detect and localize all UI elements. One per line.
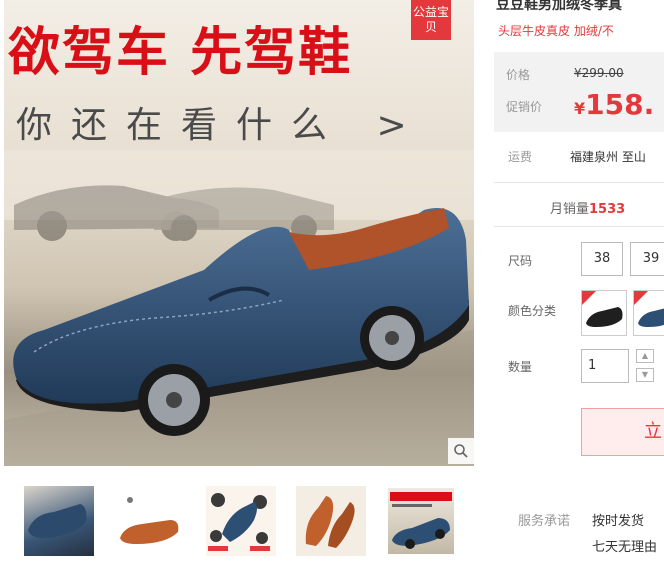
chevron-up-icon: ▲ bbox=[641, 351, 649, 360]
thumb-main-poster[interactable] bbox=[386, 486, 456, 556]
promo-headline: 欲驾车 先驾鞋 bbox=[8, 23, 353, 83]
currency-symbol: ¥ bbox=[574, 99, 586, 118]
product-info-panel: 豆豆鞋男加绒冬季真 头层牛皮真皮 加绒/不 价格 ¥299.00 促销价 ¥15… bbox=[494, 0, 664, 564]
original-price: ¥299.00 bbox=[574, 66, 624, 80]
price-label: 价格 bbox=[506, 68, 531, 82]
charity-badge: 公益宝贝 bbox=[411, 0, 451, 40]
buy-now-button[interactable]: 立 bbox=[581, 408, 664, 456]
quantity-decrease-button[interactable]: ▼ bbox=[636, 368, 654, 382]
promo-price-value: 158. bbox=[585, 88, 655, 121]
features-thumb-image bbox=[208, 493, 270, 551]
magnifier-icon bbox=[454, 444, 468, 458]
size-label: 尺码 bbox=[508, 254, 533, 268]
quantity-increase-button[interactable]: ▲ bbox=[636, 349, 654, 363]
shipping-label: 运费 bbox=[508, 150, 533, 164]
monthly-sales-value: 1533 bbox=[589, 202, 626, 217]
service-item[interactable]: 七天无理由 bbox=[592, 536, 657, 555]
chevron-down-icon: ▼ bbox=[641, 370, 649, 379]
zoom-button[interactable] bbox=[448, 438, 474, 464]
promo-price-label: 促销价 bbox=[506, 100, 543, 114]
divider bbox=[494, 226, 664, 227]
color-label: 颜色分类 bbox=[508, 304, 557, 318]
promo-price: ¥158. bbox=[574, 88, 654, 121]
color-option-black[interactable] bbox=[581, 290, 627, 336]
product-title: 豆豆鞋男加绒冬季真 bbox=[496, 0, 622, 13]
size-option-39[interactable]: 39 bbox=[630, 242, 664, 276]
black-loafer-swatch bbox=[582, 291, 623, 327]
thumb-loafer-features[interactable] bbox=[206, 486, 276, 556]
brown-loafer-thumb-image bbox=[120, 497, 179, 544]
size-option-38[interactable]: 38 bbox=[581, 242, 623, 276]
monthly-sales-label: 月销量 bbox=[550, 202, 590, 217]
quantity-label: 数量 bbox=[508, 360, 533, 374]
blue-loafer-swatch bbox=[634, 291, 664, 327]
color-option-blue[interactable] bbox=[633, 290, 664, 336]
service-item[interactable]: 按时发货 bbox=[592, 510, 644, 529]
shipping-value[interactable]: 福建泉州 至山 bbox=[570, 148, 646, 165]
thumb-brown-loafer-brand[interactable] bbox=[116, 486, 186, 556]
thumb-brown-loafer-side[interactable] bbox=[296, 486, 366, 556]
thumb-blue-loafer-angle[interactable] bbox=[24, 486, 94, 556]
divider bbox=[494, 182, 664, 183]
brown-pair-thumb-image bbox=[305, 496, 355, 548]
product-subtitle: 头层牛皮真皮 加绒/不 bbox=[498, 24, 614, 38]
blue-loafer-thumb-image bbox=[28, 504, 87, 538]
monthly-sales: 月销量1533 bbox=[550, 198, 625, 217]
promo-subline: 你还在看什么 > bbox=[16, 105, 426, 146]
service-label: 服务承诺 bbox=[518, 514, 571, 529]
main-product-image[interactable]: 欲驾车 先驾鞋 你还在看什么 > 公益宝贝 bbox=[4, 0, 474, 466]
quantity-input[interactable]: 1 bbox=[581, 349, 629, 383]
poster-thumb-image bbox=[390, 492, 452, 549]
